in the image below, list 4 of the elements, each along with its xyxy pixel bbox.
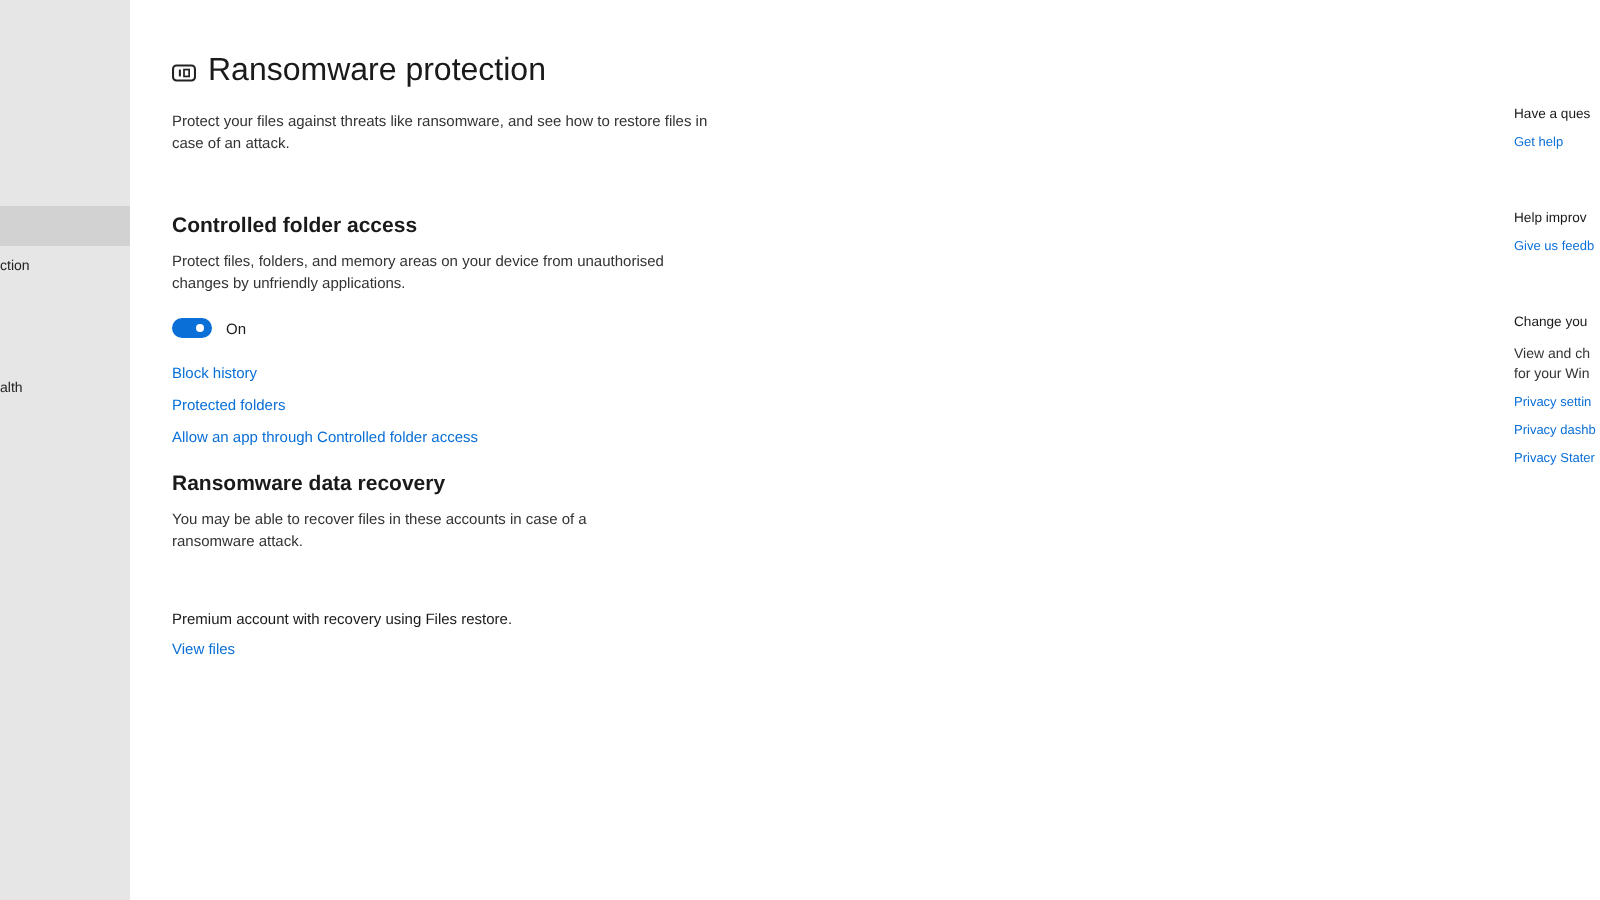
page-title: Ransomware protection bbox=[208, 54, 546, 90]
section-heading: Controlled folder access bbox=[172, 214, 420, 238]
toggle-switch[interactable] bbox=[172, 318, 212, 338]
section-heading: Ransomware data recovery bbox=[172, 472, 448, 496]
